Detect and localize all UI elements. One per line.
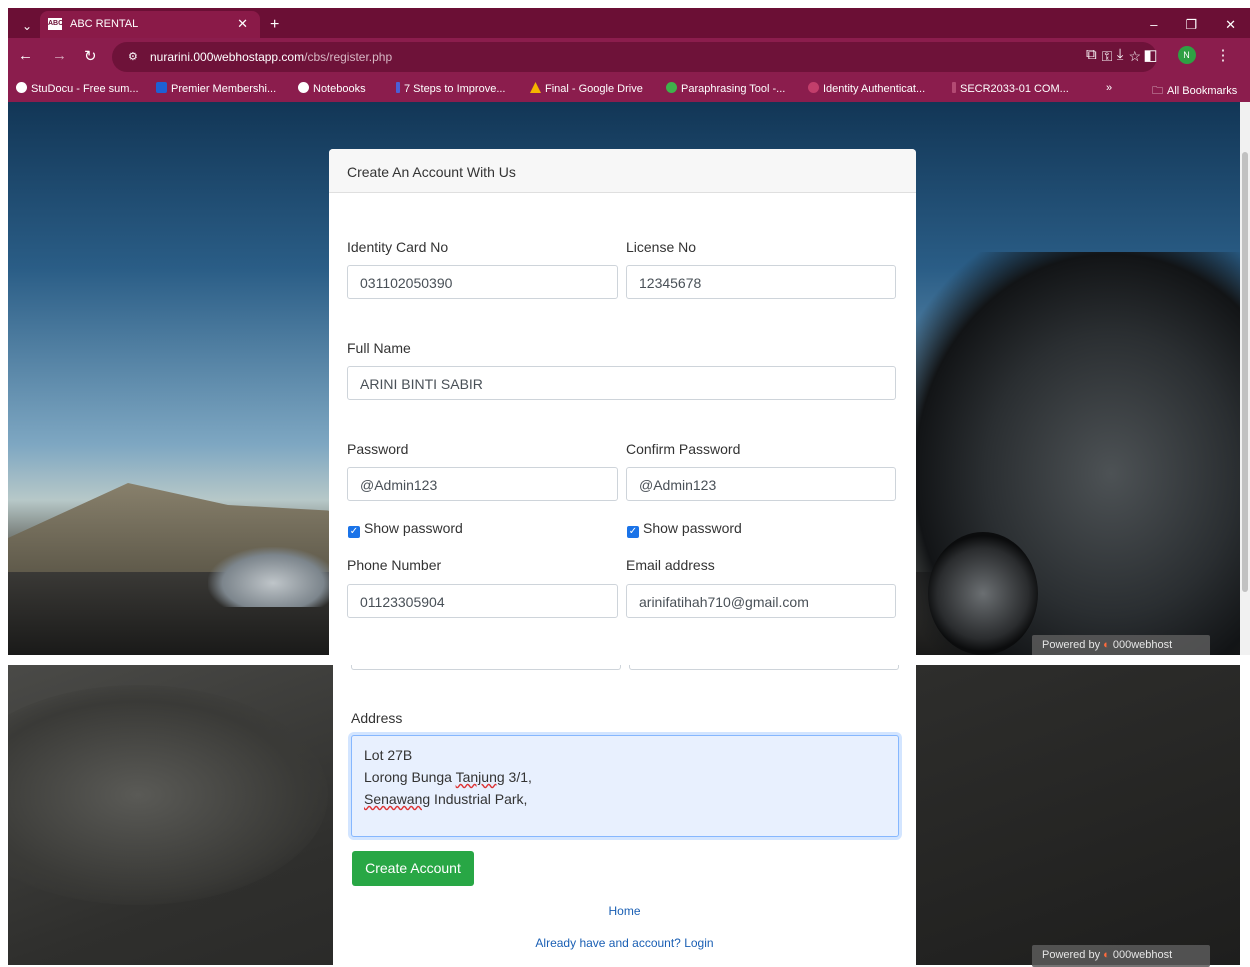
restore-icon[interactable]: ❐ [1185, 17, 1197, 33]
login-link: Already have and account? Login [535, 936, 714, 950]
confirm-password-input[interactable]: @Admin123 [626, 467, 896, 501]
address-line: Lorong Bunga Tanjung 3/1, [364, 769, 532, 785]
phone-number-input[interactable]: 01123305904 [347, 584, 618, 618]
tab-favicon: ABC [48, 18, 63, 30]
extensions-icon[interactable]: ⧉ [1086, 46, 1097, 64]
address-bar[interactable]: ⚙ nurarini.000webhostapp.com/cbs/registe… [112, 42, 1157, 72]
tab-search-icon[interactable]: ⌄ [22, 19, 32, 33]
powered-by-badge[interactable]: Powered by ◐ 000webhost [1032, 635, 1210, 657]
minimize-icon[interactable]: – [1150, 17, 1157, 33]
full-name-input[interactable]: ARINI BINTI SABIR [347, 366, 896, 400]
car-wheel-image [928, 532, 1038, 655]
hidden-input-edge[interactable] [629, 665, 899, 670]
sidepanel-icon[interactable]: ◧ [1143, 46, 1157, 64]
bookmark-item[interactable]: Final - Google Drive [530, 82, 643, 95]
bookmark-item[interactable]: Identity Authenticat... [808, 82, 925, 95]
url-path: /cbs/register.php [304, 50, 393, 64]
address-line: Lot 27B [364, 747, 413, 763]
password-label: Password [347, 441, 409, 457]
hidden-input-edge[interactable] [351, 665, 621, 670]
quillbot-icon [666, 82, 677, 93]
flame-icon: ◐ [1103, 949, 1110, 961]
menu-dots-icon[interactable]: ⋮ [1216, 46, 1231, 64]
show-confirm-password-checkbox[interactable]: ✓ Show password [627, 520, 742, 538]
scrollbar[interactable] [1240, 102, 1250, 655]
close-tab-icon[interactable]: ✕ [237, 16, 248, 32]
card-header: Create An Account With Us [329, 149, 916, 193]
spellcheck-word: Senawang [364, 791, 431, 807]
globe-icon [298, 82, 309, 93]
full-name-label: Full Name [347, 340, 411, 356]
window-controls: – ❐ ✕ [1150, 17, 1236, 33]
scrollbar-thumb[interactable] [1242, 152, 1248, 592]
bookmark-item[interactable]: 7 Steps to Improve... [396, 82, 506, 95]
bookmark-item[interactable]: Premier Membershi... [156, 82, 276, 95]
create-account-button[interactable]: Create Account [352, 851, 474, 886]
back-icon[interactable]: ← [18, 47, 33, 64]
confirm-password-label: Confirm Password [626, 441, 741, 457]
bookmark-icon [396, 82, 400, 93]
powered-by-badge[interactable]: Powered by ◐ 000webhost [1032, 945, 1210, 967]
bookmark-item[interactable]: Notebooks [298, 82, 366, 95]
bookmark-item[interactable]: SECR2033-01 COM... [952, 82, 1069, 95]
license-label: License No [626, 239, 697, 255]
bookmarks-overflow[interactable]: » [1106, 82, 1112, 94]
show-password-checkbox[interactable]: ✓ Show password [348, 520, 463, 538]
register-card-continued: Address Lot 27B Lorong Bunga Tanjung 3/1… [333, 665, 916, 965]
phone-number-label: Phone Number [347, 557, 442, 573]
address-textarea[interactable]: Lot 27B Lorong Bunga Tanjung 3/1, Senawa… [351, 735, 899, 837]
identity-card-input[interactable]: 031102050390 [347, 265, 618, 299]
location-pin-icon [808, 82, 819, 93]
reload-icon[interactable]: ↻ [84, 47, 97, 65]
password-input[interactable]: @Admin123 [347, 467, 618, 501]
new-tab-icon[interactable]: + [270, 16, 279, 34]
url-text[interactable]: nurarini.000webhostapp.com/cbs/register.… [150, 50, 392, 64]
bookmark-icon [952, 82, 956, 93]
url-host: nurarini.000webhostapp.com [150, 50, 305, 64]
screenshot-separator [0, 655, 1250, 665]
site-info-icon[interactable]: ⚙ [128, 50, 138, 63]
address-line: Senawang Industrial Park, [364, 791, 528, 807]
navigation-bar: ← → ↻ ⚙ nurarini.000webhostapp.com/cbs/r… [8, 38, 1250, 76]
tab-strip: ⌄ ABC ABC RENTAL ✕ + – ❐ ✕ [8, 8, 1250, 38]
forward-icon[interactable]: → [52, 47, 67, 64]
license-input[interactable]: 12345678 [626, 265, 896, 299]
tab-title: ABC RENTAL [70, 18, 139, 30]
toolbar-icons: ⧉ ⤓ ◧ N ⋮ [1086, 46, 1231, 64]
register-card: Create An Account With Us Identity Card … [329, 149, 916, 655]
google-drive-icon [530, 82, 541, 93]
bookmark-item[interactable]: Paraphrasing Tool -... [666, 82, 785, 95]
all-bookmarks[interactable]: 🗀 All Bookmarks [1152, 82, 1237, 101]
folder-icon: 🗀 [1152, 85, 1163, 97]
bookmarks-bar: StuDocu - Free sum... Premier Membershi.… [8, 76, 1250, 102]
checkbox-checked-icon[interactable]: ✓ [348, 526, 360, 538]
email-input[interactable]: arinifatihah710@gmail.com [626, 584, 896, 618]
download-icon[interactable]: ⤓ [1117, 46, 1124, 64]
car-image-small [208, 547, 338, 607]
bookmark-item[interactable]: StuDocu - Free sum... [16, 82, 139, 95]
home-link: Home [608, 904, 641, 918]
flame-icon: ◐ [1103, 639, 1110, 651]
email-label: Email address [626, 557, 715, 573]
address-label: Address [351, 710, 403, 726]
browser-tab[interactable]: ABC ABC RENTAL ✕ [40, 11, 260, 38]
profile-avatar[interactable]: N [1177, 46, 1196, 64]
identity-card-label: Identity Card No [347, 239, 449, 255]
close-window-icon[interactable]: ✕ [1225, 17, 1236, 33]
road-scenery [8, 685, 328, 905]
checkbox-checked-icon[interactable]: ✓ [627, 526, 639, 538]
spellcheck-word: Tanjung [455, 769, 505, 785]
card-title: Create An Account With Us [347, 164, 516, 180]
studocu-icon [16, 82, 27, 93]
star-icon [156, 82, 167, 93]
